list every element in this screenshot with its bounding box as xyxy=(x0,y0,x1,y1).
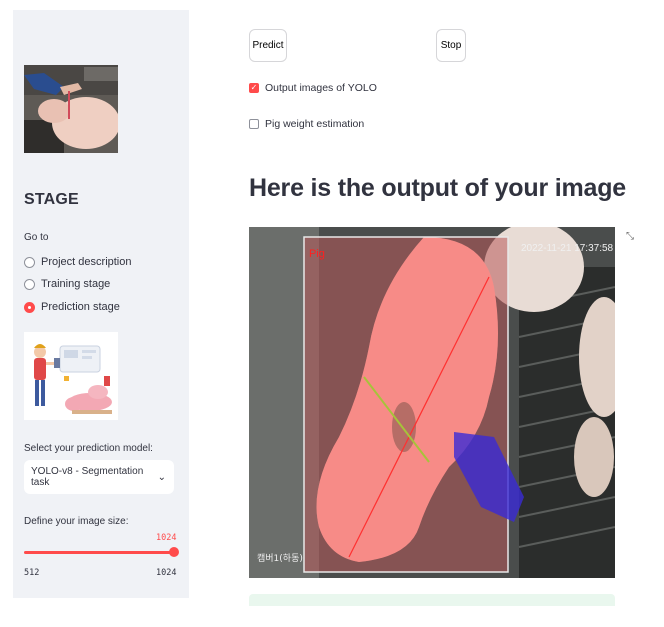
success-banner xyxy=(249,594,615,606)
checkbox-label: Output images of YOLO xyxy=(265,82,377,94)
slider-max-label: 1024 xyxy=(156,568,177,578)
chevron-down-icon: ⌄ xyxy=(157,471,166,483)
checkbox-checked[interactable]: ✓ xyxy=(249,83,259,93)
sidebar-pig-photo xyxy=(24,65,118,153)
model-select[interactable]: YOLO-v8 - Segmentation task ⌄ xyxy=(24,460,174,494)
camera-label-text: 캠버1(하동) xyxy=(257,552,303,564)
checkbox-label: Pig weight estimation xyxy=(265,118,365,130)
image-size-label: Define your image size: xyxy=(24,516,129,527)
radio-label: Prediction stage xyxy=(41,301,120,313)
image-size-slider[interactable] xyxy=(24,551,174,554)
class-label-text: Pig xyxy=(309,248,325,260)
slider-min-label: 512 xyxy=(24,568,40,578)
radio-circle-selected[interactable] xyxy=(24,301,35,313)
page-heading: Here is the output of your image xyxy=(249,174,626,202)
sidebar: STAGE Go to Project description Training… xyxy=(13,10,189,598)
yolo-output-image: Pig 2022-11-21 17:37:58 캠버1(하동) xyxy=(249,227,615,578)
checkbox-weight-estimation[interactable]: Pig weight estimation xyxy=(249,118,364,130)
fullscreen-icon[interactable]: ⤡ xyxy=(626,231,634,242)
predict-button[interactable]: Predict xyxy=(249,29,287,62)
radio-label: Project description xyxy=(41,256,132,268)
radio-label: Training stage xyxy=(41,278,111,290)
slider-current-value: 1024 xyxy=(156,533,177,543)
model-select-value: YOLO-v8 - Segmentation task xyxy=(31,466,144,488)
slider-thumb[interactable] xyxy=(169,547,179,557)
stop-button[interactable]: Stop xyxy=(436,29,466,62)
checkbox-unchecked[interactable] xyxy=(249,119,259,129)
radio-training-stage[interactable]: Training stage xyxy=(24,277,110,291)
goto-label: Go to xyxy=(24,232,49,243)
radio-project-description[interactable]: Project description xyxy=(24,255,132,269)
checkbox-output-images[interactable]: ✓ Output images of YOLO xyxy=(249,82,377,94)
timestamp-text: 2022-11-21 17:37:58 xyxy=(521,243,614,254)
model-select-label: Select your prediction model: xyxy=(24,443,153,454)
radio-circle[interactable] xyxy=(24,278,35,290)
radio-prediction-stage[interactable]: Prediction stage xyxy=(24,300,120,314)
radio-circle[interactable] xyxy=(24,256,35,268)
farmer-illustration xyxy=(24,332,118,420)
sidebar-title: STAGE xyxy=(24,191,79,208)
